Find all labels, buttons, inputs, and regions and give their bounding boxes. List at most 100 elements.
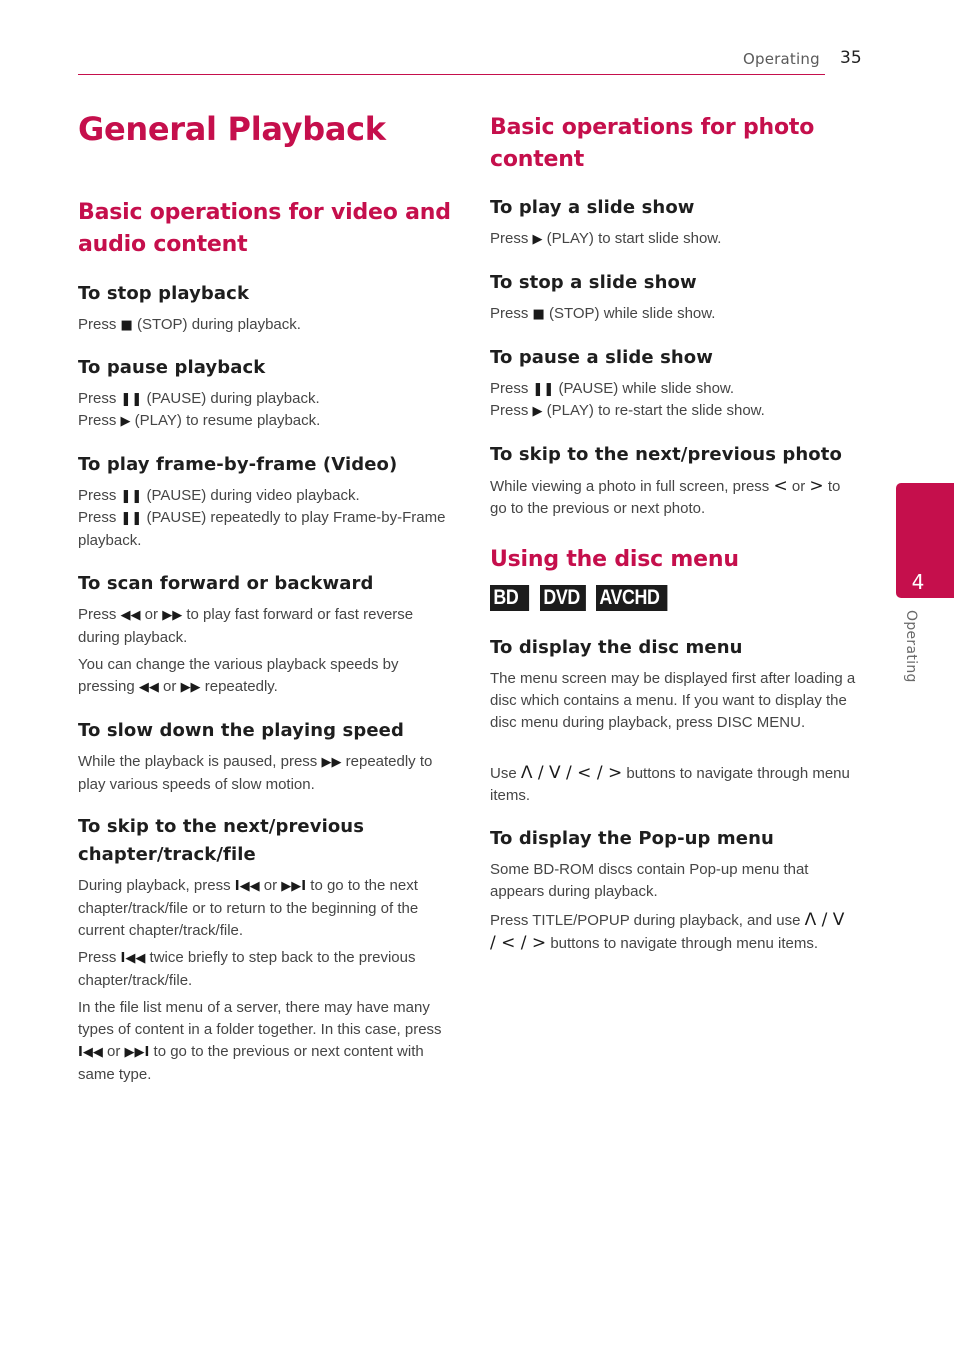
paragraph: Use Λ / V / < / > buttons to navigate th… (490, 762, 860, 807)
paragraph: Press TITLE/POPUP during playback, and u… (490, 909, 850, 955)
subheading-pause-slide-show: To pause a slide show (490, 347, 714, 368)
text: In the file list menu of a server, there… (78, 999, 442, 1038)
paragraph: Press ❚❚ (PAUSE) during playback. (78, 388, 458, 411)
subheading-play-slide-show: To play a slide show (490, 197, 695, 218)
paragraph: In the file list menu of a server, there… (78, 997, 448, 1086)
subheading-pause-playback: To pause playback (78, 357, 266, 378)
skip-next-icon: ▶▶I (281, 879, 307, 894)
text: (PLAY) to start slide show. (542, 230, 722, 247)
text: repeatedly. (200, 678, 278, 695)
text: While viewing a photo in full screen, pr… (490, 478, 774, 495)
text: Press (490, 402, 533, 419)
pause-icon: ❚❚ (532, 382, 555, 397)
paragraph: While the playback is paused, press ▶▶ r… (78, 751, 458, 796)
paragraph: Press ▶ (PLAY) to re-start the slide sho… (490, 400, 860, 423)
text: (PAUSE) while slide show. (554, 380, 735, 397)
subheading-stop-playback: To stop playback (78, 283, 250, 304)
text: or (158, 678, 181, 695)
text: Press (490, 230, 533, 247)
chapter-number: 4 (911, 570, 925, 594)
text: Some BD-ROM discs contain Pop-up menu th… (490, 861, 809, 900)
fast-forward-icon: ▶▶ (162, 608, 183, 623)
paragraph: The menu screen may be displayed first a… (490, 668, 860, 734)
text: or (140, 606, 163, 623)
right-arrow-icon: > (809, 476, 824, 496)
left-arrow-icon: < (773, 476, 788, 496)
skip-next-icon: ▶▶I (124, 1045, 150, 1060)
section-heading-video-audio: Basic operations for video and audio con… (78, 200, 451, 257)
pause-icon: ❚❚ (120, 511, 143, 526)
skip-previous-icon: I◀◀ (78, 1045, 103, 1060)
paragraph: Some BD-ROM discs contain Pop-up menu th… (490, 859, 850, 903)
fast-forward-icon: ▶▶ (180, 680, 201, 695)
text: (PAUSE) during playback. (142, 390, 320, 407)
stop-icon: ■ (120, 318, 133, 333)
paragraph: Press ❚❚ (PAUSE) repeatedly to play Fram… (78, 507, 458, 552)
header-divider (78, 74, 825, 75)
text: Use (490, 765, 521, 782)
paragraph: Press ◀◀ or ▶▶ to play fast forward or f… (78, 604, 458, 649)
text: buttons to navigate through menu items. (546, 935, 818, 952)
text: or (787, 478, 810, 495)
paragraph: You can change the various playback spee… (78, 654, 438, 699)
text: The menu screen may be displayed first a… (490, 670, 856, 731)
text: During playback, press (78, 877, 235, 894)
play-icon: ▶ (532, 232, 543, 247)
text: (STOP) during playback. (132, 316, 301, 333)
header-section-label: Operating (743, 50, 820, 68)
text: Press (78, 487, 121, 504)
bd-badge-icon: BD (490, 585, 530, 611)
subheading-skip-chapter: To skip to the next/previous chapter/tra… (78, 816, 365, 865)
paragraph: Press ▶ (PLAY) to start slide show. (490, 228, 860, 251)
text: (PLAY) to re-start the slide show. (542, 402, 765, 419)
chapter-label: Operating (903, 610, 919, 683)
text: (PAUSE) during video playback. (142, 487, 360, 504)
nav-arrows-icon: Λ / V / < / > (520, 763, 623, 783)
pause-icon: ❚❚ (120, 392, 143, 407)
chapter-tab: 4 (896, 483, 954, 598)
rewind-icon: ◀◀ (138, 680, 159, 695)
text: Press (490, 305, 533, 322)
paragraph: Press ■ (STOP) during playback. (78, 314, 458, 337)
text: Press TITLE/POPUP during playback, and u… (490, 912, 805, 929)
text: (STOP) while slide show. (544, 305, 716, 322)
avchd-badge-icon: AVCHD (596, 585, 668, 611)
subheading-display-popup-menu: To display the Pop-up menu (490, 828, 774, 849)
subheading-scan: To scan forward or backward (78, 573, 374, 594)
subheading-frame-by-frame: To play frame-by-frame (Video) (78, 454, 398, 475)
text: Press (78, 316, 121, 333)
paragraph: During playback, press I◀◀ or ▶▶I to go … (78, 875, 458, 942)
skip-previous-icon: I◀◀ (234, 879, 260, 894)
dvd-badge-icon: DVD (540, 585, 586, 611)
text: Press (78, 412, 121, 429)
play-icon: ▶ (532, 404, 543, 419)
text: Press (490, 380, 533, 397)
text: Press (78, 606, 121, 623)
page-title: General Playback (78, 110, 386, 148)
play-icon: ▶ (120, 414, 131, 429)
section-heading-photo: Basic operations for photo content (490, 115, 815, 172)
text: or (102, 1043, 125, 1060)
text: Press (78, 509, 121, 526)
disc-type-badges: BD DVD AVCHD (490, 585, 680, 611)
subheading-display-disc-menu: To display the disc menu (490, 637, 743, 658)
rewind-icon: ◀◀ (120, 608, 141, 623)
paragraph: Press ❚❚ (PAUSE) while slide show. (490, 378, 860, 401)
text: Press (78, 949, 121, 966)
page-number: 35 (840, 48, 862, 68)
subheading-slow-down: To slow down the playing speed (78, 720, 404, 741)
fast-forward-icon: ▶▶ (321, 755, 342, 770)
text: While the playback is paused, press (78, 753, 322, 770)
skip-previous-icon: I◀◀ (120, 951, 146, 966)
paragraph: Press I◀◀ twice briefly to step back to … (78, 947, 458, 992)
subheading-skip-photo: To skip to the next/previous photo (490, 444, 842, 465)
text: (PLAY) to resume playback. (130, 412, 321, 429)
pause-icon: ❚❚ (120, 489, 143, 504)
stop-icon: ■ (532, 307, 545, 322)
paragraph: Press ▶ (PLAY) to resume playback. (78, 410, 458, 433)
paragraph: Press ■ (STOP) while slide show. (490, 303, 860, 326)
paragraph: Press ❚❚ (PAUSE) during video playback. (78, 485, 458, 508)
section-heading-disc-menu: Using the disc menu (490, 547, 739, 572)
text: or (259, 877, 282, 894)
paragraph: While viewing a photo in full screen, pr… (490, 475, 860, 520)
